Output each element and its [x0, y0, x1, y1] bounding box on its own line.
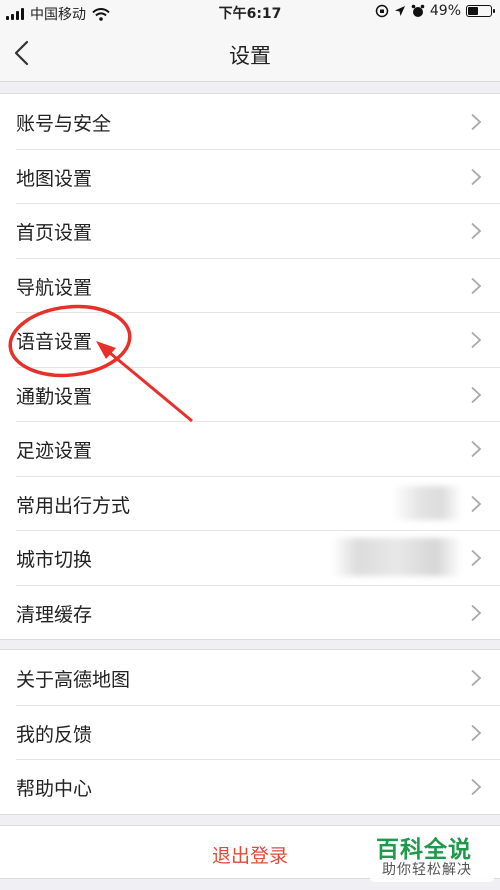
- back-button[interactable]: [8, 36, 38, 70]
- row-label: 导航设置: [16, 276, 93, 299]
- chevron-right-icon: [471, 277, 482, 294]
- blurred-value: [392, 485, 462, 520]
- row-label: 城市切换: [16, 549, 93, 571]
- row-label: 地图设置: [16, 167, 93, 190]
- row-label: 我的反馈: [16, 723, 93, 746]
- chevron-right-icon: [471, 113, 482, 131]
- row-label: 账号与安全: [16, 113, 112, 135]
- settings-group-main: 账号与安全 地图设置 首页设置 导航设置 语音设置 通勤设置 足迹设置 常用出行…: [0, 93, 500, 640]
- blurred-value: [332, 538, 462, 576]
- location-arrow-icon: [394, 6, 405, 16]
- settings-row-clear-cache[interactable]: 清理缓存: [0, 584, 500, 640]
- settings-row-voice[interactable]: 语音设置: [0, 312, 500, 367]
- chevron-right-icon: [471, 386, 482, 403]
- watermark-sub: 助你轻松解决: [382, 862, 472, 878]
- settings-row-map[interactable]: 地图设置: [0, 148, 500, 204]
- chevron-right-icon: [471, 549, 482, 567]
- chevron-right-icon: [471, 331, 482, 349]
- chevron-right-icon: [471, 778, 482, 796]
- chevron-right-icon: [471, 669, 482, 687]
- alarm-icon: [411, 4, 425, 17]
- row-label: 关于高德地图: [16, 669, 131, 691]
- settings-row-footprint[interactable]: 足迹设置: [0, 421, 500, 476]
- settings-row-feedback[interactable]: 我的反馈: [0, 704, 500, 760]
- settings-row-travel-mode[interactable]: 常用出行方式: [0, 475, 500, 531]
- row-label: 清理缓存: [16, 603, 93, 626]
- settings-row-navigation[interactable]: 导航设置: [0, 257, 500, 313]
- row-label: 帮助中心: [16, 778, 93, 800]
- settings-row-home[interactable]: 首页设置: [0, 203, 500, 258]
- chevron-right-icon: [471, 168, 482, 185]
- settings-row-help[interactable]: 帮助中心: [0, 759, 500, 814]
- settings-group-about: 关于高德地图 我的反馈 帮助中心: [0, 649, 500, 815]
- orientation-lock-icon: [375, 4, 389, 18]
- settings-row-about[interactable]: 关于高德地图: [0, 650, 500, 705]
- row-label: 通勤设置: [16, 385, 93, 408]
- settings-row-city-switch[interactable]: 城市切换: [0, 530, 500, 585]
- chevron-right-icon: [471, 495, 482, 512]
- row-label: 首页设置: [16, 222, 93, 244]
- settings-row-commute[interactable]: 通勤设置: [0, 366, 500, 422]
- battery-fill: [468, 7, 478, 15]
- chevron-right-icon: [471, 222, 482, 240]
- watermark-logo: 百科全说 助你轻松解决: [370, 826, 494, 882]
- nav-bar: 设置: [0, 24, 500, 82]
- chevron-right-icon: [471, 440, 482, 458]
- row-label: 常用出行方式: [16, 494, 131, 517]
- chevron-right-icon: [471, 724, 482, 741]
- row-label: 语音设置: [16, 331, 93, 353]
- status-right: 49%: [375, 3, 495, 19]
- battery-icon: [466, 5, 495, 17]
- settings-row-account-security[interactable]: 账号与安全: [0, 94, 500, 149]
- page-title: 设置: [229, 44, 271, 68]
- status-bar: 中国移动 下午6:17 49%: [0, 0, 500, 24]
- chevron-right-icon: [471, 604, 482, 621]
- battery-percent: 49%: [429, 3, 461, 19]
- row-label: 足迹设置: [16, 440, 93, 462]
- chevron-left-icon: [14, 40, 29, 66]
